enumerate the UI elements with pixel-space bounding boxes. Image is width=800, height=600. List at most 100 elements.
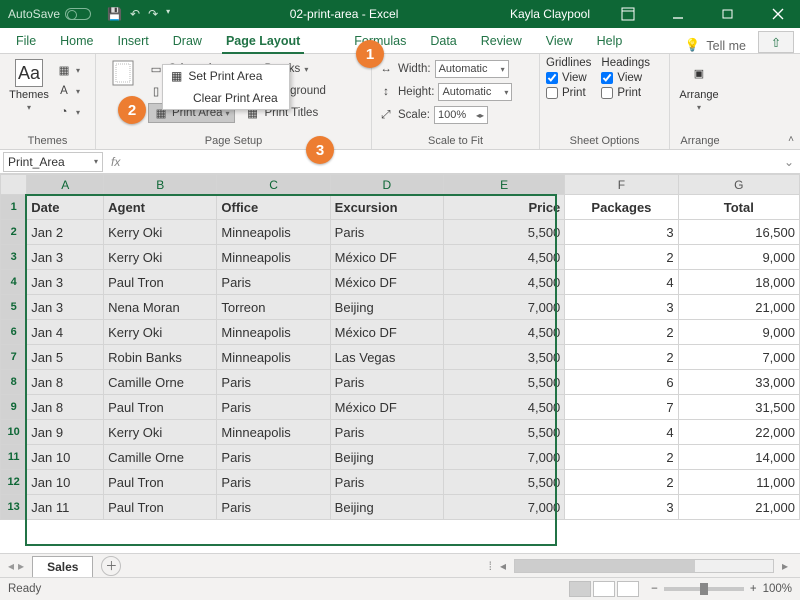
cell[interactable]: 4,500 [443, 270, 564, 295]
row-header[interactable]: 3 [1, 245, 27, 270]
cell[interactable]: Paris [217, 395, 330, 420]
cell[interactable]: Jan 3 [27, 295, 104, 320]
cell[interactable]: 33,000 [678, 370, 799, 395]
cell[interactable]: Jan 3 [27, 245, 104, 270]
cell[interactable]: Office [217, 195, 330, 220]
cell[interactable]: 22,000 [678, 420, 799, 445]
cell[interactable]: México DF [330, 245, 443, 270]
qat-more-icon[interactable]: ▾ [166, 7, 170, 21]
colors-button[interactable]: ▦▾ [56, 60, 80, 80]
add-sheet-button[interactable]: ＋ [101, 556, 121, 576]
row-header[interactable]: 13 [1, 495, 27, 520]
tell-me[interactable]: 💡 Tell me [685, 38, 752, 53]
cell[interactable]: Paris [217, 495, 330, 520]
cell[interactable]: 5,500 [443, 370, 564, 395]
maximize-button[interactable] [706, 0, 750, 28]
cell[interactable]: 7,000 [678, 345, 799, 370]
cell[interactable]: Jan 8 [27, 370, 104, 395]
cell[interactable]: Jan 10 [27, 470, 104, 495]
set-print-area-item[interactable]: ▦Set Print Area [163, 65, 289, 87]
page-break-view-icon[interactable] [617, 581, 639, 597]
cell[interactable]: 7,000 [443, 495, 564, 520]
cell[interactable]: Kerry Oki [104, 420, 217, 445]
zoom-out-icon[interactable]: − [651, 583, 658, 595]
cell[interactable]: Paris [330, 470, 443, 495]
cell[interactable]: 2 [565, 345, 678, 370]
cell[interactable]: Paris [217, 470, 330, 495]
cell[interactable]: Torreon [217, 295, 330, 320]
fonts-button[interactable]: A▾ [56, 81, 80, 101]
page-layout-view-icon[interactable] [593, 581, 615, 597]
cell[interactable]: Price [443, 195, 564, 220]
row-header[interactable]: 8 [1, 370, 27, 395]
cell[interactable]: Beijing [330, 495, 443, 520]
share-button[interactable]: ⇧ [758, 31, 794, 53]
cell[interactable]: 7 [565, 395, 678, 420]
formula-input[interactable] [128, 152, 778, 172]
close-button[interactable] [756, 0, 800, 28]
cell[interactable]: Jan 10 [27, 445, 104, 470]
cell[interactable]: 2 [565, 470, 678, 495]
select-all-corner[interactable] [1, 175, 27, 195]
cell[interactable]: Kerry Oki [104, 245, 217, 270]
cell[interactable]: 9,000 [678, 320, 799, 345]
cell[interactable]: Kerry Oki [104, 220, 217, 245]
cell[interactable]: 2 [565, 320, 678, 345]
tab-insert[interactable]: Insert [106, 30, 161, 53]
cell[interactable]: 4,500 [443, 320, 564, 345]
cell[interactable]: México DF [330, 395, 443, 420]
cell[interactable]: 3 [565, 295, 678, 320]
row-header[interactable]: 9 [1, 395, 27, 420]
cell[interactable]: Date [27, 195, 104, 220]
undo-icon[interactable]: ↶ [130, 7, 140, 21]
cell[interactable]: 11,000 [678, 470, 799, 495]
cell[interactable]: Excursion [330, 195, 443, 220]
tab-page-layout[interactable]: Page Layout [214, 30, 312, 53]
cell[interactable]: Jan 2 [27, 220, 104, 245]
row-header[interactable]: 5 [1, 295, 27, 320]
cell[interactable]: 3 [565, 220, 678, 245]
cell[interactable]: Agent [104, 195, 217, 220]
user-name[interactable]: Kayla Claypool [510, 7, 590, 21]
cell[interactable]: 16,500 [678, 220, 799, 245]
cell[interactable]: 18,000 [678, 270, 799, 295]
collapse-ribbon-icon[interactable]: ˄ [788, 134, 794, 145]
tab-help[interactable]: Help [585, 30, 635, 53]
cell[interactable]: 4,500 [443, 245, 564, 270]
cell[interactable]: Paul Tron [104, 495, 217, 520]
tab-data[interactable]: Data [418, 30, 468, 53]
name-box[interactable]: Print_Area▾ [3, 152, 103, 172]
row-header[interactable]: 4 [1, 270, 27, 295]
row-header[interactable]: 7 [1, 345, 27, 370]
cell[interactable]: México DF [330, 270, 443, 295]
row-header[interactable]: 10 [1, 420, 27, 445]
col-header[interactable]: C [217, 175, 330, 195]
scale-spinner[interactable]: 100%◂▸ [434, 106, 488, 124]
col-header[interactable]: B [104, 175, 217, 195]
cell[interactable]: Minneapolis [217, 345, 330, 370]
save-icon[interactable]: 💾 [107, 7, 122, 21]
cell[interactable]: 5,500 [443, 420, 564, 445]
fx-icon[interactable]: fx [111, 155, 120, 169]
themes-button[interactable]: Aa Themes ▾ [6, 57, 52, 112]
cell[interactable]: Jan 4 [27, 320, 104, 345]
cell[interactable]: Total [678, 195, 799, 220]
sheet-nav[interactable]: ◂▸ [0, 559, 32, 573]
cell[interactable]: Jan 9 [27, 420, 104, 445]
headings-view-check[interactable]: View [601, 72, 650, 84]
cell[interactable]: Paul Tron [104, 395, 217, 420]
cell[interactable]: Minneapolis [217, 420, 330, 445]
col-header[interactable]: A [27, 175, 104, 195]
next-sheet-icon[interactable]: ▸ [18, 559, 24, 573]
view-switcher[interactable] [569, 581, 639, 597]
cell[interactable]: Paris [217, 370, 330, 395]
column-headers[interactable]: A B C D E F G [1, 175, 800, 195]
col-header[interactable]: D [330, 175, 443, 195]
cell[interactable]: 2 [565, 445, 678, 470]
cell[interactable]: 4 [565, 270, 678, 295]
cell[interactable]: 4 [565, 420, 678, 445]
cell[interactable]: Jan 8 [27, 395, 104, 420]
minimize-button[interactable] [656, 0, 700, 28]
row-header[interactable]: 2 [1, 220, 27, 245]
cell[interactable]: Robin Banks [104, 345, 217, 370]
